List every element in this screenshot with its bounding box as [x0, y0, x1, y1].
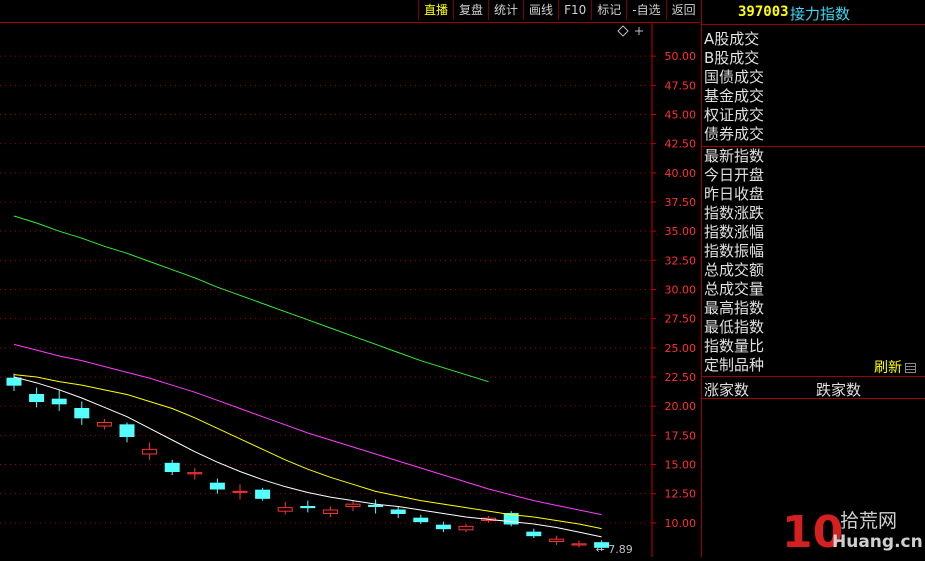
y-tick-label-6: 35.00 [665, 225, 697, 238]
candle-body-12 [277, 507, 293, 512]
security-header: 397003 接力指数 [702, 0, 925, 25]
y-tick-label-11: 22.50 [665, 371, 697, 384]
candle-body-19 [435, 524, 451, 530]
toolbar-btn-2[interactable]: 统计 [488, 0, 523, 20]
candle-body-7 [164, 462, 180, 473]
y-tick-label-14: 15.00 [665, 459, 697, 472]
candle-body-1 [29, 394, 45, 402]
security-name: 接力指数 [790, 5, 851, 23]
stat-row-7: 总成交量 [704, 280, 765, 298]
candle-body-17 [390, 509, 406, 514]
watermark-url: Huang.cn [832, 532, 922, 552]
volume-row-4: 权证成交 [704, 106, 765, 124]
kline-svg[interactable]: 50.00 47.50 45.00 42.50 40.00 37.50 35.00 32.50… [0, 23, 700, 557]
toolbar-btn-7[interactable]: 返回 [665, 0, 701, 20]
candle-body-0 [6, 377, 22, 386]
toolbar-btn-6[interactable]: -自选 [626, 0, 665, 20]
y-tick-label-5: 37.50 [665, 196, 697, 209]
stat-row-10: 指数量比 [704, 337, 765, 355]
candle-body-3 [74, 408, 90, 419]
trade-volume-list: A股成交 B股成交 国债成交 基金成交 权证成交 债券成交 [704, 30, 764, 144]
y-tick-label-10: 25.00 [665, 342, 697, 355]
refresh-button[interactable]: 刷新 [874, 357, 916, 377]
candle-body-20 [458, 525, 474, 531]
y-tick-label-15: 12.50 [665, 488, 697, 501]
stat-row-3: 指数涨跌 [704, 204, 765, 222]
stat-row-11: 定制品种 [704, 356, 765, 374]
candle-body-8 [187, 472, 203, 475]
stat-row-1: 今日开盘 [704, 166, 765, 184]
panel-separator [702, 398, 925, 399]
toolbar-btn-5[interactable]: 标记 [591, 0, 626, 20]
stat-row-9: 最低指数 [704, 318, 765, 336]
candle-body-11 [255, 489, 271, 499]
candle-body-24 [548, 538, 564, 543]
volume-row-5: 债券成交 [704, 125, 765, 143]
y-tick-label-7: 32.50 [665, 254, 697, 267]
candle-body-13 [300, 506, 316, 509]
candle-body-9 [209, 482, 225, 490]
stat-row-8: 最高指数 [704, 299, 765, 317]
y-tick-label-16: 10.00 [665, 517, 697, 530]
watermark-logo: 10 拾荒网 Huang.cn [782, 507, 922, 553]
advancers-label: 涨家数 [704, 381, 750, 399]
stat-row-4: 指数涨幅 [704, 223, 765, 241]
stat-row-6: 总成交额 [704, 261, 765, 279]
candle-body-6 [142, 448, 158, 455]
toolbar-btn-3[interactable]: 画线 [523, 0, 558, 20]
candle-body-10 [232, 490, 248, 493]
candle-body-15 [345, 503, 361, 507]
toolbar-btn-4[interactable]: F10 [558, 0, 591, 20]
last-price-label: ← 7.89 [596, 543, 633, 556]
decliners-label: 跌家数 [816, 381, 862, 399]
ma-line-2 [13, 343, 602, 516]
security-code: 397003 [738, 4, 789, 20]
y-tick-label-13: 17.50 [665, 429, 697, 442]
kline-chart[interactable]: 50.00 47.50 45.00 42.50 40.00 37.50 35.00 32.50… [0, 23, 700, 557]
y-tick-label-3: 42.50 [665, 138, 697, 151]
panel-separator [702, 376, 925, 377]
y-tick-label-9: 27.50 [665, 313, 697, 326]
candle-body-4 [96, 422, 112, 427]
volume-row-1: B股成交 [704, 49, 760, 67]
y-tick-label-2: 45.00 [665, 109, 697, 122]
refresh-label: 刷新 [874, 360, 902, 376]
stat-row-0: 最新指数 [704, 147, 765, 165]
quote-panel: 397003 接力指数 A股成交 B股成交 国债成交 基金成交 权证成交 债券成交 最新指… [702, 0, 925, 557]
y-tick-label-8: 30.00 [665, 284, 697, 297]
watermark-site: 拾荒网 [840, 510, 897, 532]
y-tick-label-0: 50.00 [665, 50, 697, 63]
stat-row-2: 昨日收盘 [704, 185, 765, 203]
volume-row-2: 国债成交 [704, 68, 765, 86]
stat-row-5: 指数振幅 [704, 242, 765, 260]
y-tick-label-4: 40.00 [665, 167, 697, 180]
candle-body-2 [51, 398, 67, 405]
candle-body-16 [368, 504, 384, 508]
toolbar-btn-0[interactable]: 直播 [418, 0, 453, 20]
y-tick-label-12: 20.00 [665, 400, 697, 413]
volume-row-3: 基金成交 [704, 87, 765, 105]
diamond-icon [617, 25, 629, 37]
index-stats-list: 最新指数 今日开盘 昨日收盘 指数涨跌 指数涨幅 指数振幅 总成交额 总成交量 最高指数 最低指数… [704, 147, 764, 375]
candle-body-23 [526, 531, 542, 537]
ma-line-3 [13, 215, 489, 383]
y-tick-label-1: 47.50 [665, 79, 697, 92]
candle-body-14 [322, 509, 338, 514]
candle-body-5 [119, 424, 135, 438]
chart-toolbar: 直播 复盘 统计 画线 F10 标记 -自选 返回 [418, 0, 701, 22]
volume-row-0: A股成交 [704, 30, 760, 48]
list-icon [905, 363, 916, 373]
toolbar-btn-1[interactable]: 复盘 [453, 0, 488, 20]
candle-body-18 [413, 517, 429, 523]
ma-line-0 [13, 376, 602, 538]
expand-icon [635, 27, 643, 35]
candle-body-25 [571, 543, 587, 546]
